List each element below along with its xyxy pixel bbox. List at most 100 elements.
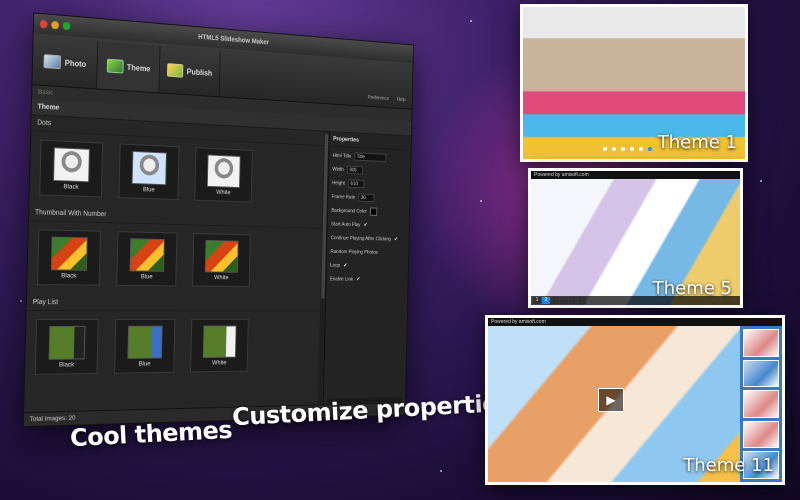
theme-list-pane: Dots Black Blue White Thumbnail With Num… <box>24 115 330 413</box>
tab-label: Theme <box>126 62 151 73</box>
theme-11-preview: Powered by amisoft.com ▶ Theme 11 <box>485 315 785 485</box>
content-area: Dots Black Blue White Thumbnail With Num… <box>24 115 412 413</box>
powered-by-text: Powered by amisoft.com <box>488 318 782 326</box>
theme-thumbnail <box>204 239 239 273</box>
background-color-swatch[interactable] <box>369 207 378 216</box>
theme-thumbnail <box>206 154 241 188</box>
star <box>20 300 22 302</box>
slide-dot[interactable] <box>621 147 625 151</box>
prop-label: Start Auto Play <box>331 221 361 228</box>
theme-option-label: Blue <box>140 272 153 280</box>
width-input[interactable] <box>346 165 364 175</box>
slide-dot[interactable] <box>639 147 643 151</box>
app-window: HTML5 Slideshow Maker Photo Theme Publis… <box>22 12 414 428</box>
star <box>480 200 482 202</box>
theme-thumbnail <box>127 325 163 359</box>
play-icon[interactable]: ▶ <box>598 388 624 412</box>
tab-label: Photo <box>64 58 87 69</box>
theme-option-label: Black <box>61 271 77 280</box>
theme-option-label: White <box>216 188 231 196</box>
theme-thumbnail <box>129 237 165 272</box>
theme-thumbnail <box>53 146 90 182</box>
theme-option-thumbnail-blue[interactable]: Blue <box>116 231 178 287</box>
theme-1-preview: Theme 1 <box>520 4 748 162</box>
section-title-playlist: Play List <box>26 295 326 312</box>
prop-label: Background Color <box>331 207 367 215</box>
height-input[interactable] <box>348 179 365 189</box>
slide-number[interactable]: 1 <box>533 297 541 304</box>
slide-number[interactable] <box>569 297 577 304</box>
star <box>470 20 472 22</box>
theme-option-playlist-black[interactable]: Black <box>34 318 99 375</box>
tab-label: Publish <box>186 66 213 78</box>
check-icon[interactable]: ✔ <box>356 276 360 282</box>
toolbar-links: Preference Help <box>368 95 406 103</box>
tab-photo[interactable]: Photo <box>32 36 99 89</box>
prop-label: Continue Playing After Clicking <box>330 235 391 242</box>
theme-row-playlist: Black Blue White <box>25 311 325 385</box>
playlist-thumbnail[interactable] <box>743 359 779 388</box>
theme-thumbnail <box>50 236 88 271</box>
theme-thumbnail <box>131 150 167 185</box>
theme-option-playlist-white[interactable]: White <box>190 318 249 373</box>
prop-enable-link[interactable]: Enable Link ✔ <box>330 272 405 286</box>
theme-option-dots-white[interactable]: White <box>194 147 253 203</box>
slide-number-active[interactable]: 2 <box>542 297 550 304</box>
theme-thumbnail <box>48 325 86 360</box>
star <box>440 470 442 472</box>
preview-label: Theme 1 <box>657 132 737 153</box>
preview-label: Theme 11 <box>683 455 774 476</box>
properties-title: Properties <box>332 133 408 151</box>
preview-label: Theme 5 <box>652 278 732 299</box>
theme-option-label: White <box>213 273 229 281</box>
check-icon[interactable]: ✔ <box>364 222 368 229</box>
theme-option-label: Black <box>63 182 79 191</box>
theme-option-thumbnail-black[interactable]: Black <box>36 229 101 286</box>
photo-icon <box>43 54 62 70</box>
theme-option-dots-blue[interactable]: Blue <box>118 143 180 201</box>
theme-thumbnail <box>202 325 237 358</box>
prop-random-playing[interactable]: Random Playing Photos <box>330 245 405 260</box>
preference-link[interactable]: Preference <box>368 95 389 102</box>
theme-option-label: White <box>211 359 227 366</box>
prop-label: Random Playing Photos <box>330 248 378 256</box>
theme-option-playlist-blue[interactable]: Blue <box>114 318 176 374</box>
star <box>760 180 762 182</box>
prop-label: Height <box>331 180 345 187</box>
frame-rate-input[interactable] <box>358 193 375 203</box>
slide-number[interactable] <box>578 297 586 304</box>
prop-label: Enable Link <box>329 276 354 282</box>
powered-by-text: Powered by amisoft.com <box>531 171 740 179</box>
prop-label: Html Title <box>332 152 352 160</box>
theme-option-dots-black[interactable]: Black <box>39 139 104 198</box>
theme-option-label: Blue <box>138 360 151 367</box>
playlist-thumbnail[interactable] <box>743 329 779 357</box>
prop-label: Width <box>332 166 344 173</box>
prop-loop[interactable]: Loop ✔ <box>330 258 405 273</box>
theme-option-label: Black <box>58 360 75 369</box>
playlist-thumbnail[interactable] <box>743 390 779 418</box>
playlist-thumbnail[interactable] <box>743 420 779 449</box>
tab-publish[interactable]: Publish <box>159 46 221 97</box>
slide-dot[interactable] <box>603 147 607 151</box>
theme-row-dots: Black Blue White <box>29 131 328 214</box>
publish-icon <box>166 63 184 78</box>
slide-dots <box>603 147 652 151</box>
slide-number[interactable] <box>560 297 568 304</box>
slide-dot[interactable] <box>612 147 616 151</box>
check-icon[interactable]: ✔ <box>343 262 347 269</box>
prop-label: Loop <box>330 262 341 269</box>
slide-dot-active[interactable] <box>648 147 652 151</box>
theme-5-preview: Powered by amisoft.com 1 2 Theme 5 <box>528 168 743 308</box>
properties-pane: Properties Html Title Width Height Frame… <box>322 131 412 406</box>
html-title-input[interactable] <box>354 152 387 163</box>
slide-number[interactable] <box>551 297 559 304</box>
theme-option-label: Blue <box>142 185 155 193</box>
check-icon[interactable]: ✔ <box>394 236 398 242</box>
theme-icon <box>106 58 124 74</box>
tab-theme[interactable]: Theme <box>97 41 161 93</box>
theme-row-thumbnail: Black Blue White <box>27 221 327 297</box>
help-link[interactable]: Help <box>397 97 406 103</box>
slide-dot[interactable] <box>630 147 634 151</box>
theme-option-thumbnail-white[interactable]: White <box>192 233 251 287</box>
